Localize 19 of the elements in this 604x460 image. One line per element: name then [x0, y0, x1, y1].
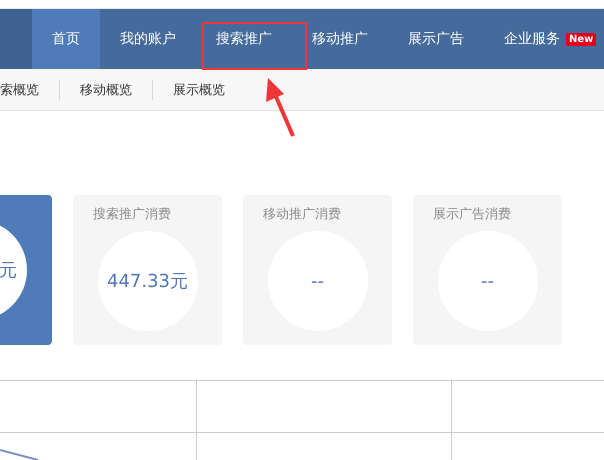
sub-nav-link[interactable]: 展示概览	[153, 80, 245, 98]
nav-tab[interactable]: 我的账户	[100, 9, 196, 69]
sub-nav-link[interactable]: 移动概览	[60, 80, 152, 98]
spend-value: 元	[0, 259, 17, 282]
card-title: 移动推广消费	[263, 206, 341, 223]
spend-value: --	[481, 270, 494, 292]
nav-side-block	[0, 9, 32, 69]
chart-line-drawing	[0, 449, 40, 460]
sub-nav-link[interactable]: 索概览	[0, 80, 59, 98]
nav-tab[interactable]: 搜索推广	[196, 9, 292, 69]
nav-tab[interactable]: 移动推广	[292, 9, 388, 69]
spend-value: --	[311, 270, 324, 292]
nav-tab[interactable]: 首页	[32, 9, 100, 69]
nav-tab[interactable]: 展示广告	[388, 9, 484, 69]
card-title: 搜索推广消费	[93, 206, 171, 223]
spend-value: 447.33元	[107, 270, 188, 293]
new-badge: New	[566, 32, 596, 46]
nav-tab[interactable]: 企业服务 New	[484, 9, 596, 69]
card-title: 展示广告消费	[433, 206, 511, 223]
